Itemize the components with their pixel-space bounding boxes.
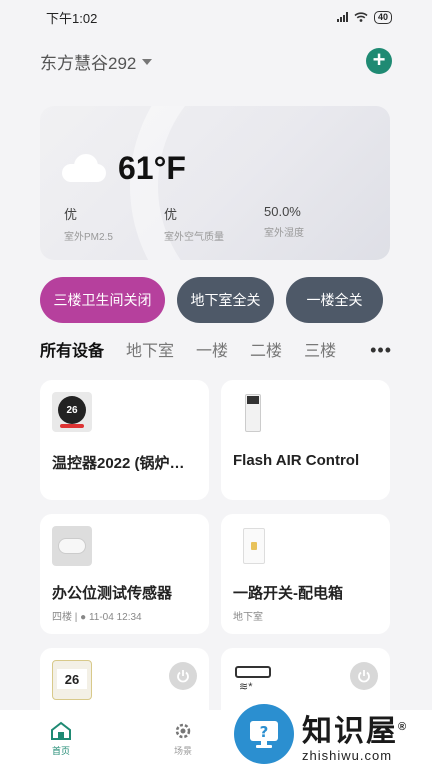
wifi-icon xyxy=(354,12,368,22)
scene-buttons: 三楼卫生间关闭 地下室全关 一楼全关 xyxy=(40,277,383,323)
device-name: 一路开关-配电箱 xyxy=(233,585,343,602)
power-icon xyxy=(358,670,370,683)
air-purifier-icon xyxy=(233,392,273,432)
home-selector[interactable]: 东方慧谷292 xyxy=(40,49,153,74)
stat-label: 室外湿度 xyxy=(264,228,304,239)
sensor-icon xyxy=(52,526,92,566)
chevron-down-icon xyxy=(142,59,153,65)
gear-icon xyxy=(175,723,191,739)
status-icons: 40 xyxy=(336,10,392,24)
tab-all-devices[interactable]: 所有设备 xyxy=(40,337,104,361)
tab-first-floor[interactable]: 一楼 xyxy=(196,337,228,361)
weather-stats: 优 室外PM2.5 优 室外空气质量 50.0% 室外湿度 xyxy=(64,204,374,243)
device-sub: 地下室 xyxy=(233,612,263,623)
stat-air-quality: 优 室外空气质量 xyxy=(164,204,264,243)
device-card-air-control[interactable]: Flash AIR Control xyxy=(221,380,390,500)
weather-card[interactable]: 61°F 优 室外PM2.5 优 室外空气质量 50.0% 室外湿度 xyxy=(40,106,390,260)
nav-label: 首页 xyxy=(51,746,70,756)
watermark-cn: 知识屋® xyxy=(302,714,409,748)
home-icon xyxy=(51,721,71,740)
air-conditioner-icon: ≋* xyxy=(233,660,273,700)
device-card-thermostat[interactable]: 26 温控器2022 (锅炉… xyxy=(40,380,209,500)
stat-humidity: 50.0% 室外湿度 xyxy=(264,204,364,243)
battery-icon: 40 xyxy=(373,10,392,24)
watermark-text: 知识屋® zhishiwu.com xyxy=(302,706,408,763)
thermostat-icon: 26 xyxy=(52,392,92,432)
power-button[interactable] xyxy=(169,662,197,690)
device-name: 温控器2022 (锅炉… xyxy=(52,455,185,472)
home-name: 东方慧谷292 xyxy=(40,53,137,73)
svg-text:?: ? xyxy=(260,723,269,741)
nav-label: 场景 xyxy=(173,746,192,756)
tab-basement[interactable]: 地下室 xyxy=(126,337,174,361)
monitor-icon: ? xyxy=(250,721,278,748)
device-name: 办公位测试传感器 xyxy=(52,585,173,602)
tab-second-floor[interactable]: 二楼 xyxy=(250,337,282,361)
device-name: Flash AIR Control xyxy=(233,452,360,469)
device-card-sensor[interactable]: 办公位测试传感器 四楼 | ● 11-04 12:34 xyxy=(40,514,209,634)
watermark-logo: ? xyxy=(234,704,294,764)
thermostat-display: 26 xyxy=(58,396,86,424)
stat-value: 优 xyxy=(164,207,178,222)
header: 东方慧谷292 + xyxy=(40,44,392,78)
stat-value: 50.0% xyxy=(264,204,301,219)
temperature: 61°F xyxy=(118,150,186,186)
thermostat-display: 26 xyxy=(57,669,87,689)
status-bar: 下午1:02 40 xyxy=(0,0,432,34)
room-tabs: 所有设备 地下室 一楼 二楼 三楼 ••• xyxy=(40,336,392,362)
scene-button-first-floor-off[interactable]: 一楼全关 xyxy=(286,277,383,323)
nav-home[interactable]: 首页 xyxy=(0,710,122,768)
stat-value: 优 xyxy=(64,207,78,222)
stat-label: 室外PM2.5 xyxy=(64,232,113,243)
nav-scene[interactable]: 场景 xyxy=(122,710,244,768)
scene-button-bathroom-off[interactable]: 三楼卫生间关闭 xyxy=(40,277,165,323)
power-icon xyxy=(177,670,189,683)
watermark: ? 知识屋® zhishiwu.com xyxy=(230,700,432,768)
switch-icon xyxy=(233,526,273,566)
stat-label: 室外空气质量 xyxy=(164,232,224,243)
stat-pm25: 优 室外PM2.5 xyxy=(64,204,164,243)
tab-third-floor[interactable]: 三楼 xyxy=(304,337,336,361)
thermostat-icon: 26 xyxy=(52,660,92,700)
scene-button-basement-off[interactable]: 地下室全关 xyxy=(177,277,274,323)
cloud-icon xyxy=(62,154,106,182)
power-button[interactable] xyxy=(350,662,378,690)
status-time: 下午1:02 xyxy=(46,10,98,26)
device-sub: 四楼 | ● 11-04 12:34 xyxy=(52,612,142,623)
add-button[interactable]: + xyxy=(366,48,392,74)
signal-icon xyxy=(336,12,348,22)
more-icon[interactable]: ••• xyxy=(370,340,392,361)
watermark-en: zhishiwu.com xyxy=(302,747,393,763)
device-card-switch[interactable]: 一路开关-配电箱 地下室 xyxy=(221,514,390,634)
